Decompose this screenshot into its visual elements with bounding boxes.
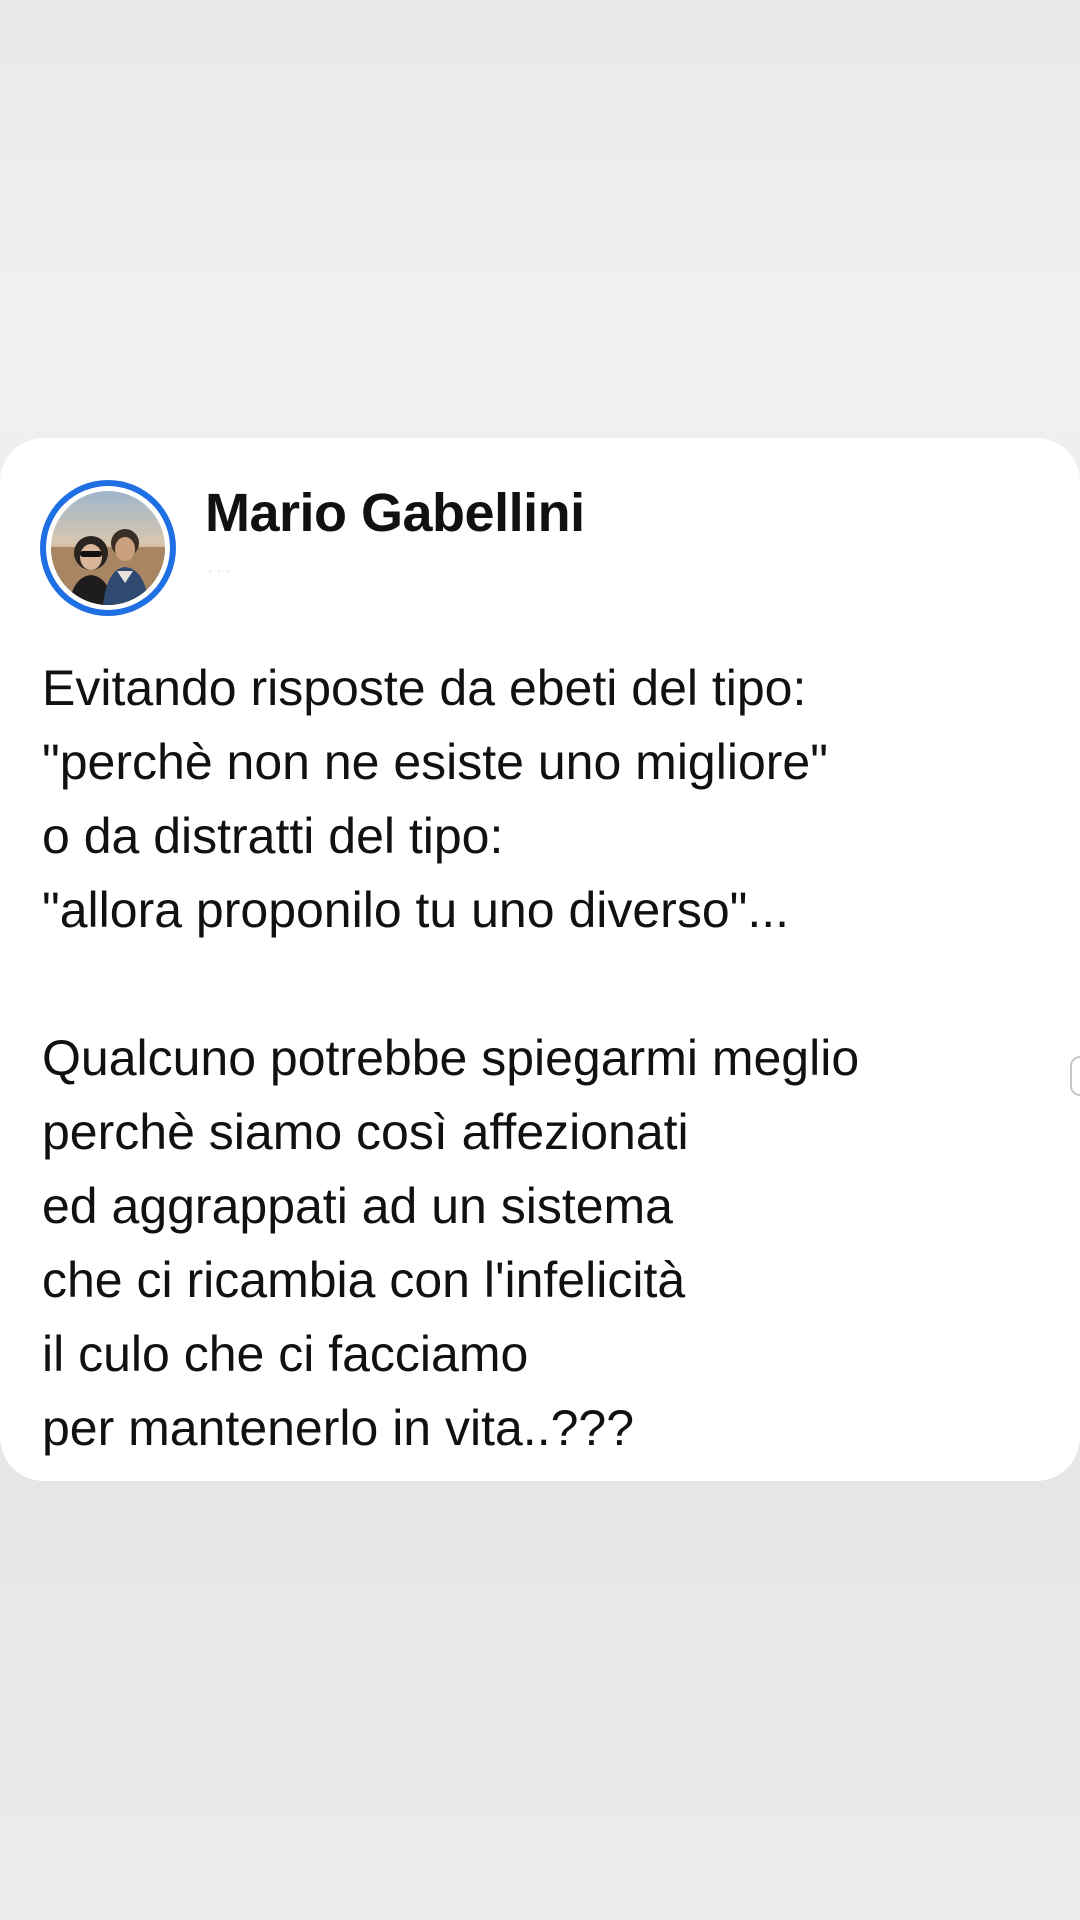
post-line: "perchè non ne esiste uno migliore" (42, 734, 828, 790)
post-line-blank (42, 947, 1052, 1021)
post-line: perchè siamo così affezionati (42, 1104, 689, 1160)
post-card: Mario Gabellini · · · Evitando risposte … (0, 438, 1080, 1481)
avatar-border (46, 486, 170, 610)
post-line: Evitando risposte da ebeti del tipo: (42, 660, 807, 716)
avatar-photo (51, 491, 165, 605)
post-line: che ci ricambia con l'infelicità (42, 1252, 686, 1308)
post-line: ed aggrappati ad un sistema (42, 1178, 673, 1234)
post-text: Evitando risposte da ebeti del tipo: "pe… (42, 651, 1052, 1465)
avatar[interactable] (40, 480, 176, 616)
edge-handle-icon[interactable] (1070, 1056, 1080, 1096)
post-line: "allora proponilo tu uno diverso"... (42, 882, 790, 938)
post-line: per mantenerlo in vita..??? (42, 1400, 635, 1456)
post-line: o da distratti del tipo: (42, 808, 504, 864)
post-line: il culo che ci facciamo (42, 1326, 529, 1382)
author-name[interactable]: Mario Gabellini (205, 482, 585, 544)
post-line: Qualcuno potrebbe spiegarmi meglio (42, 1030, 860, 1086)
post-timestamp: · · · (208, 562, 230, 578)
